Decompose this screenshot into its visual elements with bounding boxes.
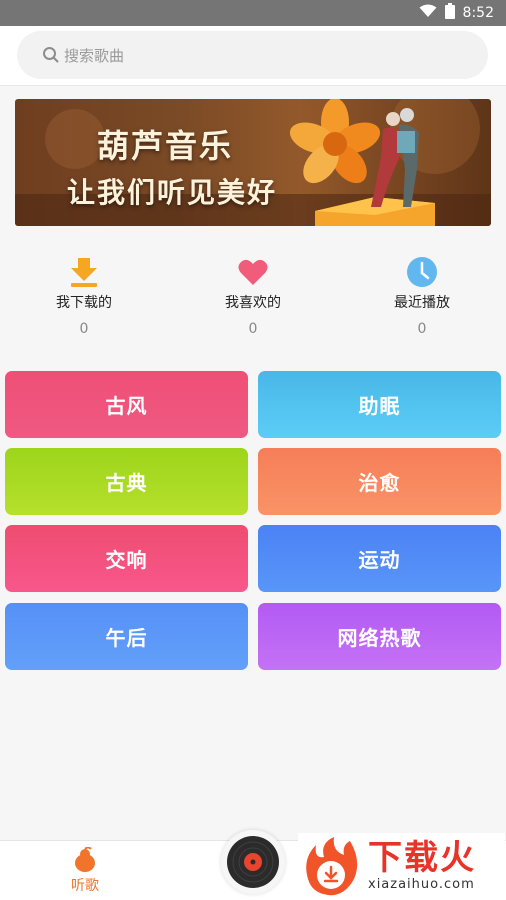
category-jiaoxiang[interactable]: 交响 xyxy=(5,525,248,592)
watermark-title: 下载火 xyxy=(368,838,476,878)
quick-item-recent[interactable]: 最近播放 0 xyxy=(357,256,487,337)
category-zhumian[interactable]: 助眠 xyxy=(258,371,501,438)
category-zhiyu[interactable]: 治愈 xyxy=(258,448,501,515)
tab-listen[interactable]: 听歌 xyxy=(60,846,110,895)
category-label: 治愈 xyxy=(358,471,401,495)
clock-icon xyxy=(406,256,438,288)
flame-logo-icon xyxy=(306,836,358,895)
search-placeholder: 搜索歌曲 xyxy=(64,46,125,65)
category-wangluoresge[interactable]: 网络热歌 xyxy=(258,603,501,670)
battery-icon xyxy=(444,3,455,23)
quick-item-label: 最近播放 xyxy=(394,295,450,311)
banner-title: 葫芦音乐 xyxy=(97,127,234,165)
vinyl-record-icon xyxy=(227,836,279,888)
status-time: 8:52 xyxy=(462,5,494,21)
quick-item-label: 我喜欢的 xyxy=(225,295,281,311)
category-wuhou[interactable]: 午后 xyxy=(5,603,248,670)
quick-item-downloads[interactable]: 我下载的 0 xyxy=(19,256,149,337)
heart-icon xyxy=(237,256,269,288)
category-gudian[interactable]: 古典 xyxy=(5,448,248,515)
category-label: 古风 xyxy=(105,394,148,418)
quick-actions: 我下载的 0 我喜欢的 0 最近播放 0 xyxy=(0,256,506,346)
quick-item-count: 0 xyxy=(79,321,89,337)
category-label: 助眠 xyxy=(358,394,401,418)
wifi-icon xyxy=(419,4,437,22)
quick-item-count: 0 xyxy=(248,321,258,337)
now-playing-disc-button[interactable] xyxy=(221,830,285,894)
category-label: 古典 xyxy=(105,471,148,495)
quick-item-favorites[interactable]: 我喜欢的 0 xyxy=(188,256,318,337)
search-input[interactable]: 搜索歌曲 xyxy=(17,31,488,79)
category-yundong[interactable]: 运动 xyxy=(258,525,501,592)
quick-item-label: 我下载的 xyxy=(56,295,112,311)
download-icon xyxy=(68,256,100,288)
gourd-icon xyxy=(72,846,98,873)
category-label: 网络热歌 xyxy=(337,626,422,650)
banner-subtitle: 让我们听见美好 xyxy=(67,176,278,209)
category-label: 午后 xyxy=(105,626,148,650)
category-label: 运动 xyxy=(358,548,401,572)
promo-banner[interactable]: 葫芦音乐 让我们听见美好 xyxy=(15,99,491,226)
tab-listen-label: 听歌 xyxy=(71,878,99,894)
quick-item-count: 0 xyxy=(417,321,427,337)
category-gufeng[interactable]: 古风 xyxy=(5,371,248,438)
status-bar: 8:52 xyxy=(0,0,506,26)
watermark-url: xiazaihuo.com xyxy=(368,877,475,892)
watermark-logo: 下载火 xiazaihuo.com xyxy=(298,833,505,900)
search-icon xyxy=(42,46,60,64)
header: 搜索歌曲 xyxy=(0,26,506,86)
category-label: 交响 xyxy=(105,548,148,572)
